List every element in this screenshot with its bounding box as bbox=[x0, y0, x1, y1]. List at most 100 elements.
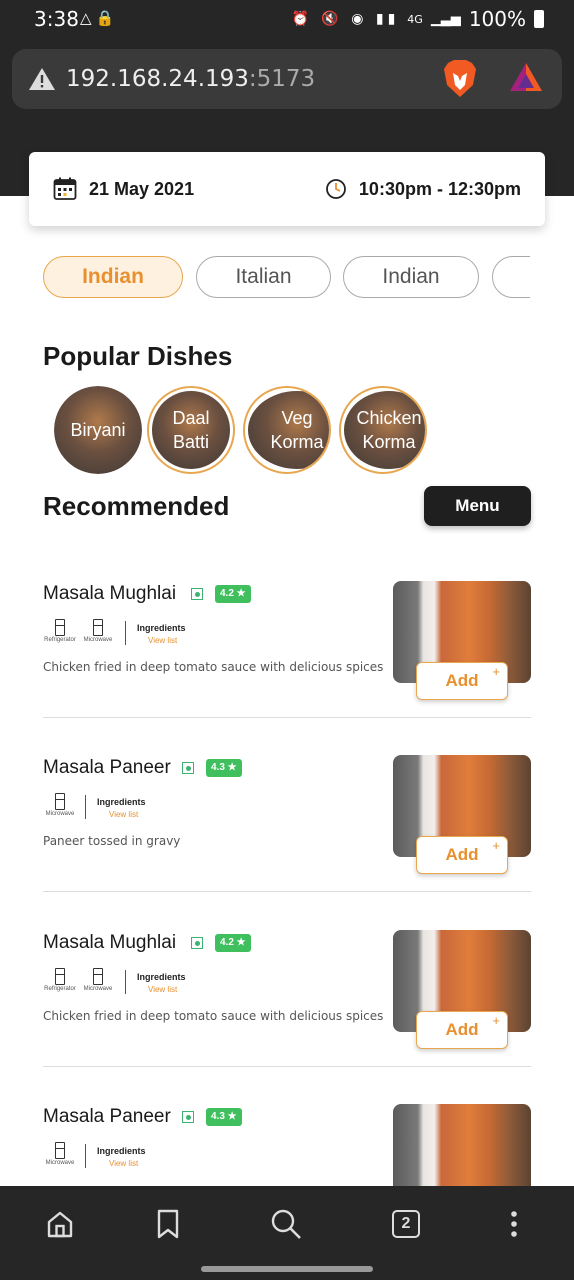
search-icon[interactable] bbox=[268, 1206, 304, 1242]
view-list-link[interactable]: View list bbox=[109, 1159, 138, 1168]
add-label: Add bbox=[445, 671, 479, 690]
item-divider bbox=[43, 1066, 531, 1067]
url-port: :5173 bbox=[248, 66, 316, 92]
plus-icon: + bbox=[492, 1013, 500, 1028]
dish-circle[interactable]: Daal Batti bbox=[147, 386, 235, 474]
signal-icons: ⏰ 🔇 ◉ ▮▮ bbox=[291, 11, 400, 27]
item-name: Masala Mughlai bbox=[43, 583, 177, 604]
add-label: Add bbox=[445, 1020, 479, 1039]
rating-badge: 4.3 ★ bbox=[206, 1108, 242, 1126]
refrigerator-icon: Refrigerator bbox=[43, 968, 77, 994]
url-host: 192.168.24.193 bbox=[66, 66, 249, 92]
status-bar: 3:38 △ 🔒 ⏰ 🔇 ◉ ▮▮ 4G ▁▃▅ 100% bbox=[0, 0, 574, 38]
item-name: Masala Paneer bbox=[43, 757, 171, 778]
signal-bars-icon: ▁▃▅ bbox=[430, 11, 461, 27]
tabs-icon[interactable]: 2 bbox=[388, 1206, 424, 1242]
address-bar[interactable]: 192.168.24.193:5173 bbox=[12, 49, 562, 109]
menu-item-card: Masala Paneer 4.3 ★ Microwave Ingredient… bbox=[43, 755, 531, 930]
status-time: 3:38 bbox=[34, 7, 79, 31]
rating-badge: 4.3 ★ bbox=[206, 759, 242, 777]
item-image bbox=[393, 1104, 531, 1186]
menu-button[interactable]: Menu bbox=[424, 486, 531, 526]
add-button[interactable]: Add + bbox=[416, 1011, 508, 1049]
cuisine-chip-italian[interactable]: Italian bbox=[196, 256, 331, 298]
home-icon[interactable] bbox=[42, 1206, 78, 1242]
refrigerator-icon: Refrigerator bbox=[43, 619, 77, 645]
gesture-home-bar[interactable] bbox=[201, 1266, 373, 1272]
ingredients-label: Ingredients bbox=[97, 1146, 146, 1156]
divider bbox=[125, 621, 126, 645]
divider bbox=[85, 795, 86, 819]
dish-circle[interactable]: Biryani bbox=[54, 386, 142, 474]
notification-icons: △ 🔒 bbox=[80, 10, 115, 27]
veg-indicator-icon bbox=[191, 937, 203, 949]
rating-badge: 4.2 ★ bbox=[215, 934, 251, 952]
browser-bottom-nav: 2 bbox=[0, 1186, 574, 1280]
microwave-icon: Microwave bbox=[81, 968, 115, 994]
add-button[interactable]: Add + bbox=[416, 662, 508, 700]
rating-badge: 4.2 ★ bbox=[215, 585, 251, 603]
microwave-icon: Microwave bbox=[43, 1142, 77, 1168]
booking-card: 21 May 2021 10:30pm - 12:30pm bbox=[29, 152, 545, 226]
menu-item-card: Masala Mughlai 4.2 ★ Refrigerator Microw… bbox=[43, 930, 531, 1105]
item-divider bbox=[43, 717, 531, 718]
recommended-heading: Recommended bbox=[43, 491, 230, 521]
plus-icon: + bbox=[492, 664, 500, 679]
item-description: Chicken fried in deep tomato sauce with … bbox=[43, 660, 384, 674]
appliance-label: Refrigerator bbox=[44, 637, 76, 643]
item-description: Chicken fried in deep tomato sauce with … bbox=[43, 1009, 384, 1023]
microwave-icon: Microwave bbox=[43, 793, 77, 819]
divider bbox=[125, 970, 126, 994]
system-status: ⏰ 🔇 ◉ ▮▮ 4G ▁▃▅ 100% bbox=[291, 7, 544, 31]
menu-item-card: Masala Paneer 4.3 ★ Microwave Ingredient… bbox=[43, 1104, 531, 1186]
more-menu-icon[interactable] bbox=[496, 1206, 532, 1242]
appliance-label: Microwave bbox=[45, 1160, 75, 1166]
cuisine-chip-indian-2[interactable]: Indian bbox=[343, 256, 479, 298]
item-name: Masala Paneer bbox=[43, 1106, 171, 1127]
ingredients-label: Ingredients bbox=[137, 972, 186, 982]
popular-dishes-heading: Popular Dishes bbox=[43, 341, 233, 371]
cuisine-chip-partial[interactable]: I bbox=[492, 256, 530, 298]
dish-circle[interactable]: Veg Korma bbox=[243, 386, 331, 474]
tab-count: 2 bbox=[392, 1210, 420, 1238]
view-list-link[interactable]: View list bbox=[148, 636, 177, 645]
veg-indicator-icon bbox=[191, 588, 203, 600]
bookmark-icon[interactable] bbox=[150, 1206, 186, 1242]
plus-icon: + bbox=[492, 838, 500, 853]
booking-date: 21 May 2021 bbox=[89, 179, 195, 199]
appliance-label: Microwave bbox=[83, 986, 113, 992]
dish-circle[interactable]: Chicken Korma bbox=[339, 386, 427, 474]
divider bbox=[85, 1144, 86, 1168]
ingredients-label: Ingredients bbox=[97, 797, 146, 807]
warning-icon[interactable] bbox=[28, 66, 56, 92]
dish-label: Veg Korma bbox=[248, 391, 329, 469]
battery-percent: 100% bbox=[468, 7, 526, 31]
booking-time-range: 10:30pm - 12:30pm bbox=[358, 179, 521, 199]
ingredients-label: Ingredients bbox=[137, 623, 186, 633]
add-button[interactable]: Add + bbox=[416, 836, 508, 874]
item-name: Masala Mughlai bbox=[43, 932, 177, 953]
appliance-label: Microwave bbox=[45, 811, 75, 817]
add-label: Add bbox=[445, 845, 479, 864]
veg-indicator-icon bbox=[182, 1111, 194, 1123]
cuisine-tabs: Indian Italian Indian I bbox=[0, 256, 530, 300]
menu-item-card: Masala Mughlai 4.2 ★ Refrigerator Microw… bbox=[43, 581, 531, 756]
item-divider bbox=[43, 891, 531, 892]
view-list-link[interactable]: View list bbox=[109, 810, 138, 819]
cuisine-chip-indian[interactable]: Indian bbox=[43, 256, 183, 298]
dish-label: Biryani bbox=[54, 386, 142, 474]
microwave-icon: Microwave bbox=[81, 619, 115, 645]
veg-indicator-icon bbox=[182, 762, 194, 774]
network-label: 4G bbox=[407, 12, 423, 26]
calendar-icon bbox=[53, 177, 77, 200]
view-list-link[interactable]: View list bbox=[148, 985, 177, 994]
dish-label: Chicken Korma bbox=[344, 391, 425, 469]
bat-rewards-icon[interactable] bbox=[508, 61, 544, 95]
item-description: Paneer tossed in gravy bbox=[43, 834, 181, 848]
dish-label: Daal Batti bbox=[152, 391, 230, 469]
clock-icon bbox=[326, 179, 346, 199]
appliance-label: Refrigerator bbox=[44, 986, 76, 992]
battery-icon bbox=[534, 10, 544, 28]
url-text[interactable]: 192.168.24.193:5173 bbox=[66, 66, 315, 92]
brave-lion-icon[interactable] bbox=[442, 59, 478, 99]
